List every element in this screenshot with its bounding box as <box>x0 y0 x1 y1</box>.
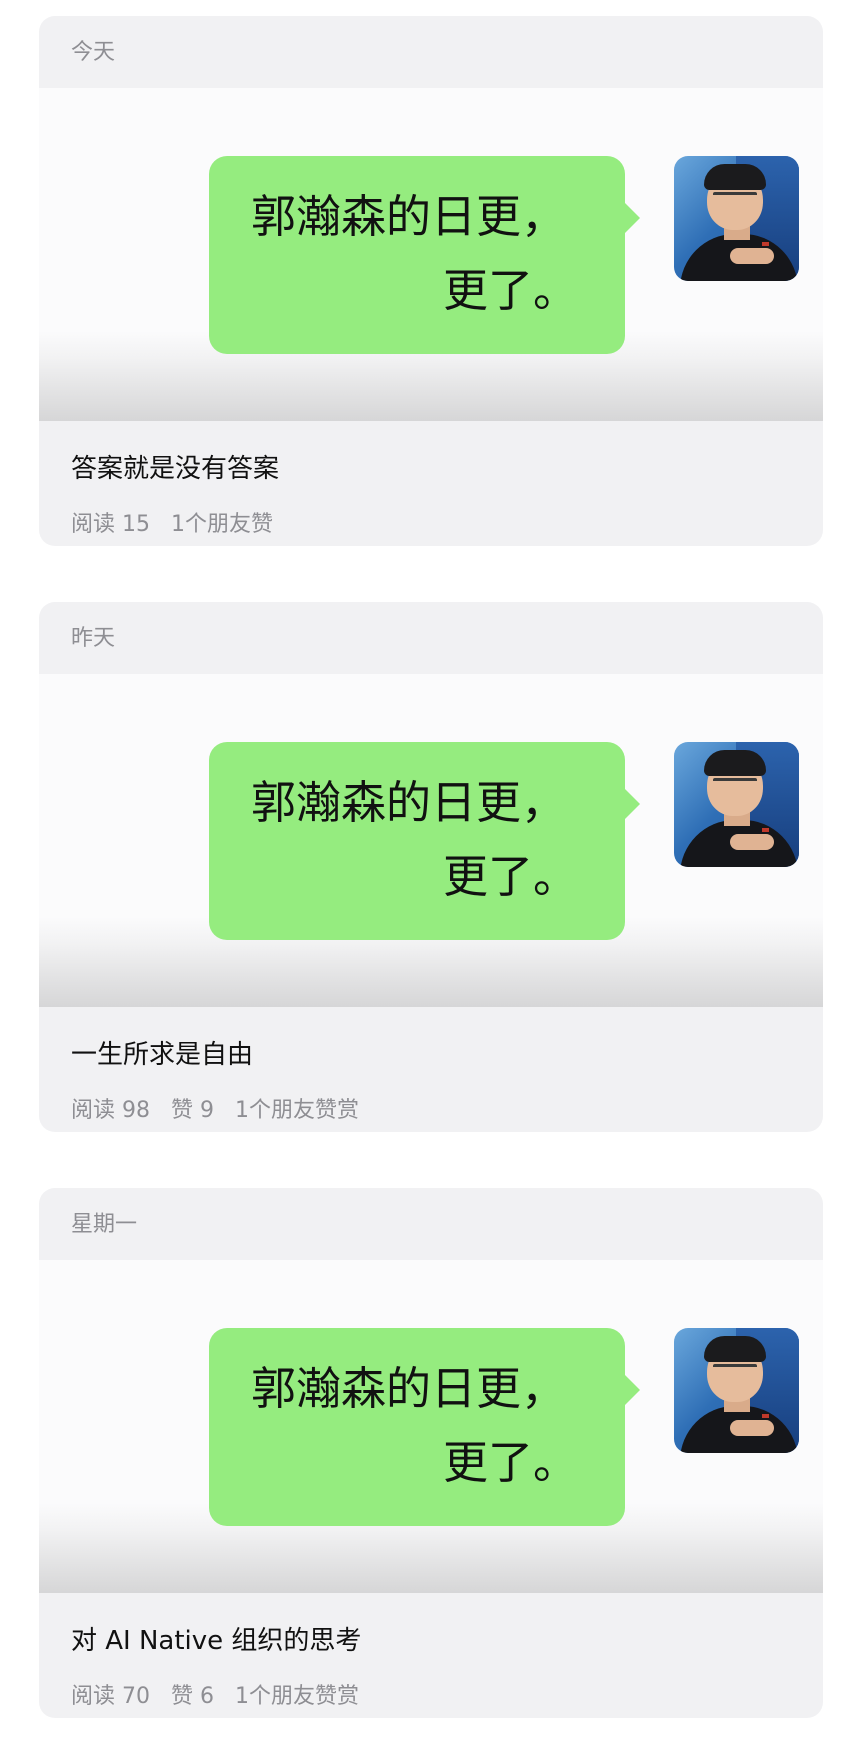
author-avatar <box>674 742 799 867</box>
article-stats: 阅读 98 赞 9 1个朋友赞赏 <box>71 1100 359 1122</box>
friend-tips: 1个朋友赞赏 <box>235 1098 359 1123</box>
cover-text-line1: 郭瀚森的日更， <box>251 190 567 243</box>
read-count: 阅读 15 <box>71 512 150 537</box>
like-count: 赞 6 <box>171 1684 214 1709</box>
cover-text-line1: 郭瀚森的日更， <box>251 1362 567 1415</box>
cover-text-line1: 郭瀚森的日更， <box>251 776 567 829</box>
article-stats: 阅读 15 1个朋友赞 <box>71 514 273 536</box>
article-title[interactable]: 答案就是没有答案 <box>71 456 279 482</box>
author-avatar <box>674 156 799 281</box>
chat-bubble: 郭瀚森的日更， 更了。 <box>209 1328 640 1526</box>
article-date: 今天 <box>71 40 116 65</box>
article-stats: 阅读 70 赞 6 1个朋友赞赏 <box>71 1686 359 1708</box>
article-title[interactable]: 对 AI Native 组织的思考 <box>71 1628 361 1654</box>
article-cover-image[interactable]: 郭瀚森的日更， 更了。 <box>39 88 823 421</box>
article-title[interactable]: 一生所求是自由 <box>71 1042 253 1068</box>
article-cover-image[interactable]: 郭瀚森的日更， 更了。 <box>39 674 823 1007</box>
article-card[interactable]: 昨天 郭瀚森的日更， 更了。 一生所求是自由 阅读 98 赞 9 1个朋友赞赏 <box>39 602 823 1132</box>
read-count: 阅读 98 <box>71 1098 150 1123</box>
article-card[interactable]: 星期一 郭瀚森的日更， 更了。 对 AI Native 组织的思考 阅读 70 … <box>39 1188 823 1718</box>
cover-text-line2: 更了。 <box>443 1436 579 1489</box>
article-feed: 今天 郭瀚森的日更， 更了。 答案就是没有答案 阅读 15 1个朋友赞 昨天 郭… <box>0 0 842 1746</box>
friend-tips: 1个朋友赞赏 <box>235 1684 359 1709</box>
article-card[interactable]: 今天 郭瀚森的日更， 更了。 答案就是没有答案 阅读 15 1个朋友赞 <box>39 16 823 546</box>
article-date: 星期一 <box>71 1212 138 1237</box>
author-avatar <box>674 1328 799 1453</box>
cover-text-line2: 更了。 <box>443 850 579 903</box>
article-date: 昨天 <box>71 626 116 651</box>
like-count: 赞 9 <box>171 1098 214 1123</box>
cover-text-line2: 更了。 <box>443 264 579 317</box>
chat-bubble: 郭瀚森的日更， 更了。 <box>209 742 640 940</box>
chat-bubble: 郭瀚森的日更， 更了。 <box>209 156 640 354</box>
article-cover-image[interactable]: 郭瀚森的日更， 更了。 <box>39 1260 823 1593</box>
friend-likes: 1个朋友赞 <box>171 512 273 537</box>
read-count: 阅读 70 <box>71 1684 150 1709</box>
